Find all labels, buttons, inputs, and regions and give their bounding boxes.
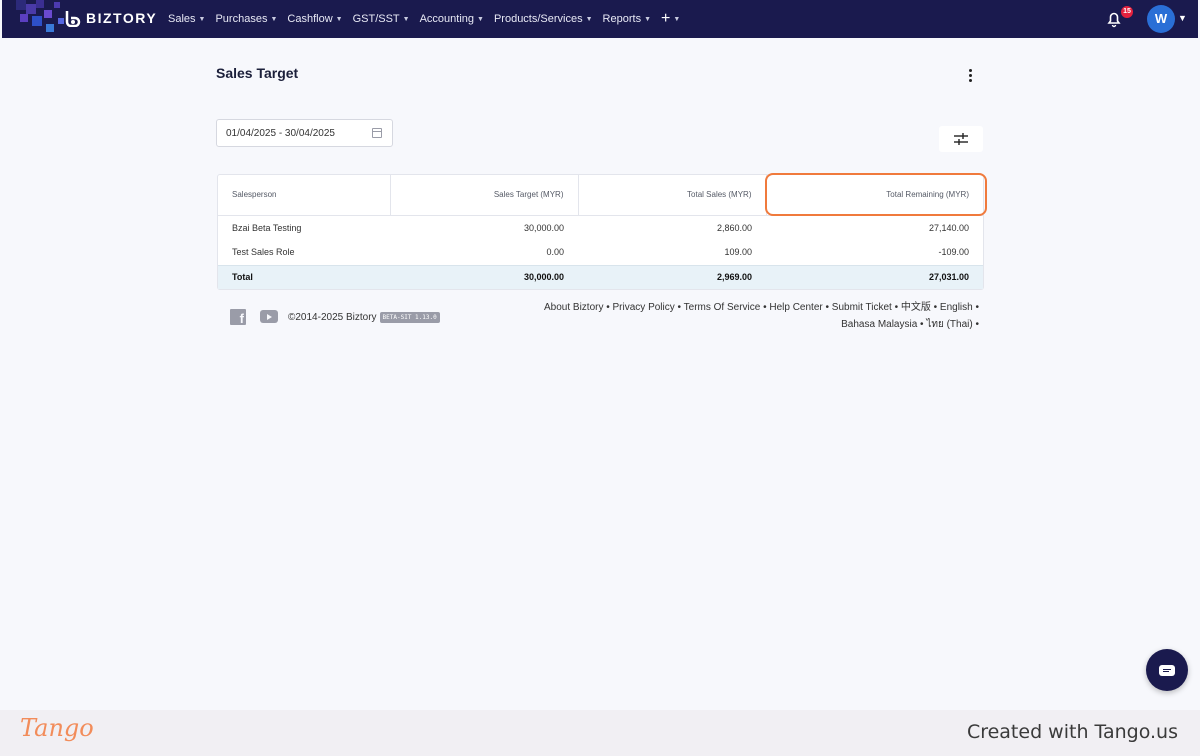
- chevron-down-icon: ▼: [270, 15, 278, 23]
- plus-icon: +: [661, 10, 671, 27]
- cell-sales-target: 30,000.00: [523, 222, 564, 233]
- chevron-down-icon: ▼: [477, 15, 484, 23]
- menu-gst-sst[interactable]: GST/SST ▼: [353, 13, 410, 25]
- menu-cashflow[interactable]: Cashflow ▼: [287, 13, 342, 25]
- cell-total-remaining: -109.00: [938, 247, 969, 258]
- page-title: Sales Target: [216, 65, 299, 81]
- youtube-icon[interactable]: [260, 310, 278, 323]
- brand-logo[interactable]: BIZTORY: [64, 9, 157, 27]
- brand-name: BIZTORY: [86, 10, 158, 26]
- chevron-down-icon: ▼: [585, 15, 593, 23]
- copyright-text: ©2014-2025 Biztory: [288, 312, 377, 323]
- biztory-logo-icon: [65, 11, 81, 27]
- cell-sales-target: 0.00: [546, 247, 564, 258]
- date-range-picker[interactable]: 01/04/2025 - 30/04/2025: [216, 119, 393, 147]
- total-sales-target: 30,000.00: [390, 264, 578, 289]
- total-total-remaining: 27,031.00: [766, 264, 983, 289]
- footer-links-line-2[interactable]: Bahasa Malaysia • ไทย (Thai) •: [542, 316, 979, 333]
- header-sales-target[interactable]: Sales Target (MYR): [389, 175, 578, 216]
- menu-purchases[interactable]: Purchases ▼: [215, 13, 277, 25]
- top-navbar: BIZTORY Sales ▼ Purchases ▼ Cashflow ▼ GST/…: [2, 0, 1198, 38]
- header-total-sales[interactable]: Total Sales (MYR): [577, 175, 766, 216]
- more-options-icon[interactable]: [965, 68, 975, 84]
- table-row[interactable]: Test Sales Role 0.00 109.00 -109.00: [218, 240, 983, 265]
- chevron-down-icon: ▼: [673, 15, 681, 23]
- chevron-down-icon: ▼: [335, 15, 343, 23]
- chevron-down-icon[interactable]: ▼: [1178, 13, 1187, 23]
- menu-accounting[interactable]: Accounting ▼: [420, 13, 484, 25]
- footer-links: About Biztory • Privacy Policy • Terms O…: [542, 299, 979, 333]
- table-header-row: Salesperson Sales Target (MYR) Total Sal…: [218, 175, 983, 216]
- cell-salesperson: Test Sales Role: [232, 247, 295, 258]
- menu-products-services[interactable]: Products/Services ▼: [494, 13, 593, 25]
- menu-quick-add[interactable]: + ▼: [661, 11, 680, 27]
- chat-support-button[interactable]: [1146, 649, 1188, 691]
- date-range-value: 01/04/2025 - 30/04/2025: [226, 127, 335, 139]
- footer-links-line-1[interactable]: About Biztory • Privacy Policy • Terms O…: [542, 299, 979, 316]
- facebook-icon[interactable]: [230, 309, 246, 326]
- filter-settings-button[interactable]: [939, 126, 983, 152]
- table-row[interactable]: Bzai Beta Testing 30,000.00 2,860.00 27,…: [218, 215, 983, 240]
- menu-reports[interactable]: Reports ▼: [603, 13, 651, 25]
- chat-icon: [1159, 664, 1175, 676]
- sliders-icon: [954, 133, 968, 145]
- app-frame: BIZTORY Sales ▼ Purchases ▼ Cashflow ▼ GST/…: [2, 0, 1198, 710]
- cell-total-remaining: 27,140.00: [928, 222, 969, 233]
- cell-salesperson: Bzai Beta Testing: [232, 222, 302, 233]
- chevron-down-icon: ▼: [198, 15, 206, 23]
- main-menu: Sales ▼ Purchases ▼ Cashflow ▼ GST/SST ▼ Acc…: [168, 0, 680, 38]
- cell-total-sales: 2,860.00: [716, 222, 752, 233]
- total-label: Total: [218, 264, 390, 289]
- header-total-remaining[interactable]: Total Remaining (MYR): [765, 175, 983, 216]
- menu-sales[interactable]: Sales ▼: [168, 13, 205, 25]
- copyright: ©2014-2025 Biztory BETA-SIT 1.13.0: [288, 312, 440, 323]
- user-avatar[interactable]: W: [1147, 5, 1175, 33]
- sales-target-table: Salesperson Sales Target (MYR) Total Sal…: [217, 174, 984, 290]
- notification-badge: 15: [1121, 6, 1133, 18]
- cell-total-sales: 109.00: [724, 247, 752, 258]
- table-total-row: Total 30,000.00 2,969.00 27,031.00: [218, 264, 983, 289]
- tango-logo: Tango: [20, 714, 94, 742]
- total-total-sales: 2,969.00: [578, 264, 766, 289]
- header-salesperson[interactable]: Salesperson: [218, 175, 390, 216]
- tango-created-text: Created with Tango.us: [966, 721, 1178, 743]
- chevron-down-icon: ▼: [644, 15, 652, 23]
- version-badge: BETA-SIT 1.13.0: [379, 312, 440, 323]
- calendar-icon: [372, 128, 382, 138]
- chevron-down-icon: ▼: [402, 15, 410, 23]
